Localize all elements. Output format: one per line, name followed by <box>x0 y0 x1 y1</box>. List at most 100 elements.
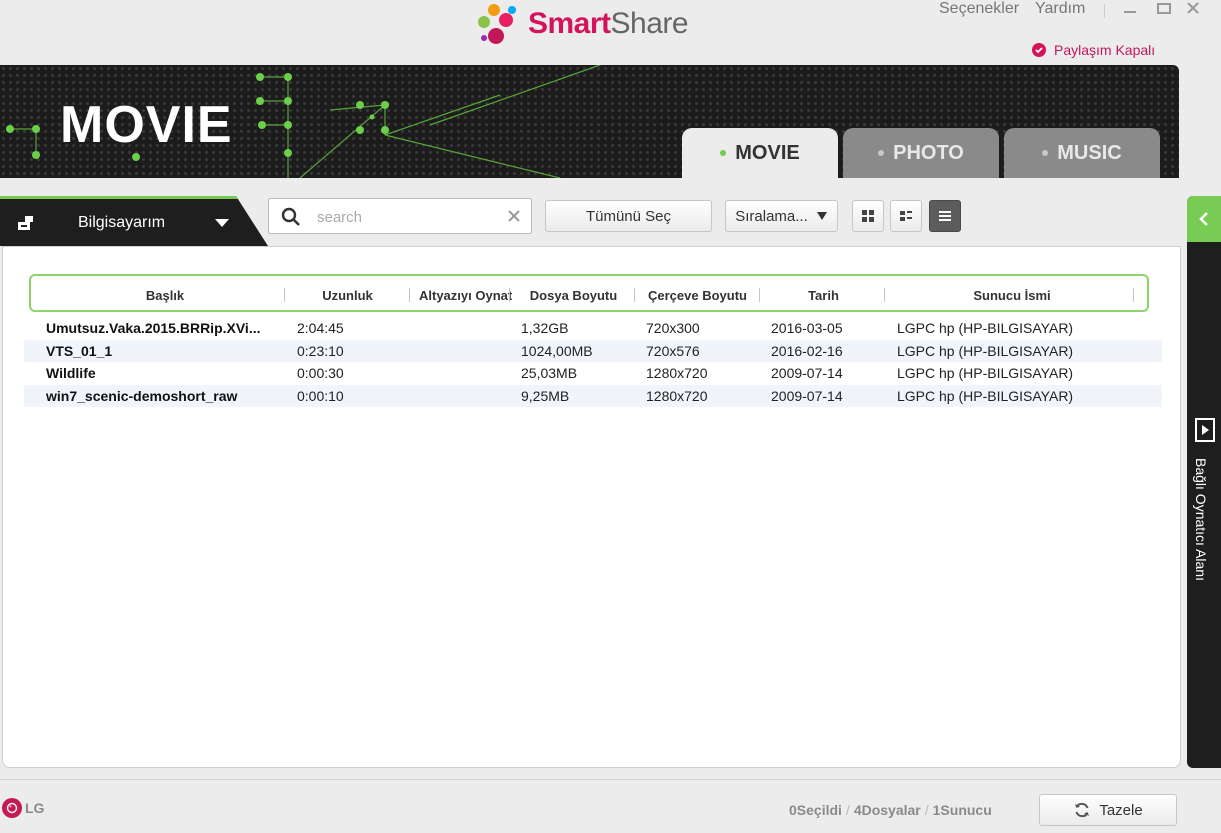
cell-size: 9,25MB <box>521 388 570 404</box>
search-box[interactable] <box>268 198 532 234</box>
column-header-date[interactable]: Tarih <box>761 288 886 303</box>
status-bar: 0Seçildi/4Dosyalar/1Sunucu <box>789 802 992 818</box>
list-view-icon <box>939 211 951 221</box>
detail-view-icon <box>900 211 912 221</box>
server-count: 1Sunucu <box>932 802 992 818</box>
column-header-size[interactable]: Dosya Boyutu <box>511 288 636 303</box>
lg-logo-text: LG <box>25 800 45 816</box>
column-divider[interactable] <box>759 288 760 302</box>
minimize-icon[interactable] <box>1119 0 1141 23</box>
footer-divider <box>0 779 1221 780</box>
lg-logo-icon <box>2 798 22 818</box>
cell-size: 1,32GB <box>521 320 569 336</box>
column-divider[interactable] <box>1133 288 1134 302</box>
column-header-server[interactable]: Sunucu İsmi <box>887 288 1137 303</box>
table-row[interactable]: VTS_01_1 0:23:10 1024,00MB 720x576 2016-… <box>24 340 1162 362</box>
tab-indicator-dot <box>1042 150 1049 156</box>
cell-frame: 720x300 <box>646 320 700 336</box>
tab-movie-label: MOVIE <box>735 141 800 164</box>
column-header-subtitle[interactable]: Altyazıyı Oynat <box>411 288 517 303</box>
device-label: Bilgisayarım <box>78 214 166 231</box>
tab-music-label: MUSIC <box>1057 141 1122 164</box>
chevron-down-icon <box>215 219 229 227</box>
logo-smart: Smart <box>528 7 611 40</box>
tab-indicator-dot <box>720 150 727 156</box>
chevron-down-icon <box>816 212 827 220</box>
grid-view-button[interactable] <box>852 200 884 232</box>
cell-size: 1024,00MB <box>521 343 593 359</box>
column-header-title[interactable]: Başlık <box>35 288 295 303</box>
file-count: 4Dosyalar <box>853 802 921 818</box>
search-input[interactable] <box>315 205 499 229</box>
tab-music[interactable]: MUSIC <box>1004 128 1160 178</box>
cell-date: 2009-07-14 <box>771 365 843 381</box>
select-all-button[interactable]: Tümünü Seç <box>545 200 712 232</box>
connected-player-panel[interactable]: Bağlı Oynatıcı Alanı <box>1187 196 1221 768</box>
expand-panel-button[interactable] <box>1187 196 1221 242</box>
refresh-label: Tazele <box>1099 801 1143 819</box>
smartshare-logo: SmartShare <box>476 2 689 48</box>
cell-length: 0:00:10 <box>297 388 344 404</box>
cell-date: 2016-03-05 <box>771 320 843 336</box>
search-icon <box>281 207 300 226</box>
share-status[interactable]: Paylaşım Kapalı <box>1032 42 1155 58</box>
cell-length: 0:23:10 <box>297 343 344 359</box>
menu-options[interactable]: Seçenekler <box>939 0 1019 18</box>
tab-photo[interactable]: PHOTO <box>843 128 999 178</box>
cell-server: LGPC hp (HP-BILGISAYAR) <box>897 365 1074 381</box>
check-icon <box>1032 43 1046 57</box>
cell-server: LGPC hp (HP-BILGISAYAR) <box>897 388 1074 404</box>
menu-divider <box>1104 4 1105 18</box>
sort-label: Sıralama... <box>735 207 808 225</box>
category-title: MOVIE <box>60 96 233 154</box>
selected-count: 0Seçildi <box>789 802 842 818</box>
tab-photo-label: PHOTO <box>893 141 964 164</box>
refresh-icon <box>1075 802 1090 818</box>
logo-share: Share <box>610 7 689 40</box>
clear-search-icon[interactable] <box>507 209 521 223</box>
device-selector[interactable]: Bilgisayarım <box>0 196 268 246</box>
cell-frame: 720x576 <box>646 343 700 359</box>
tab-indicator-dot <box>878 150 885 156</box>
table-row[interactable]: Umutsuz.Vaka.2015.BRRip.XVi... 2:04:45 1… <box>24 317 1162 339</box>
column-header-length[interactable]: Uzunluk <box>285 288 410 303</box>
share-status-label: Paylaşım Kapalı <box>1054 42 1156 58</box>
column-header-frame[interactable]: Çerçeve Boyutu <box>635 288 760 303</box>
side-panel-label: Bağlı Oynatıcı Alanı <box>1193 458 1209 581</box>
cell-server: LGPC hp (HP-BILGISAYAR) <box>897 320 1074 336</box>
cell-length: 2:04:45 <box>297 320 344 336</box>
list-view-button[interactable] <box>929 200 961 232</box>
cell-frame: 1280x720 <box>646 388 708 404</box>
category-banner: MOVIE <box>0 65 1179 178</box>
cell-server: LGPC hp (HP-BILGISAYAR) <box>897 343 1074 359</box>
player-icon <box>1195 418 1215 442</box>
cell-title: Wildlife <box>46 365 96 381</box>
menu-help[interactable]: Yardım <box>1035 0 1085 18</box>
cell-date: 2016-02-16 <box>771 343 843 359</box>
smartshare-logo-icon <box>478 4 516 44</box>
grid-view-icon <box>862 210 874 222</box>
logo-wordmark: SmartShare <box>528 7 689 41</box>
maximize-icon[interactable] <box>1153 0 1175 23</box>
table-row[interactable]: win7_scenic-demoshort_raw 0:00:10 9,25MB… <box>24 385 1162 407</box>
close-icon[interactable] <box>1182 0 1204 23</box>
chevron-left-icon <box>1199 212 1208 226</box>
device-icon <box>18 216 33 230</box>
tab-movie[interactable]: MOVIE <box>682 128 838 178</box>
cell-title: VTS_01_1 <box>46 343 113 359</box>
table-header: Başlık Uzunluk Altyazıyı Oynat Dosya Boy… <box>29 274 1149 312</box>
cell-frame: 1280x720 <box>646 365 708 381</box>
lg-logo: LG <box>2 798 44 818</box>
column-divider[interactable] <box>884 288 885 302</box>
cell-length: 0:00:30 <box>297 365 344 381</box>
refresh-button[interactable]: Tazele <box>1039 794 1177 826</box>
table-row[interactable]: Wildlife 0:00:30 25,03MB 1280x720 2009-0… <box>24 362 1162 384</box>
cell-title: Umutsuz.Vaka.2015.BRRip.XVi... <box>46 320 261 336</box>
detail-view-button[interactable] <box>890 200 922 232</box>
column-divider[interactable] <box>409 288 410 302</box>
sort-dropdown[interactable]: Sıralama... <box>725 200 838 232</box>
cell-title: win7_scenic-demoshort_raw <box>46 388 238 404</box>
cell-date: 2009-07-14 <box>771 388 843 404</box>
cell-size: 25,03MB <box>521 365 578 381</box>
column-divider[interactable] <box>509 288 510 302</box>
